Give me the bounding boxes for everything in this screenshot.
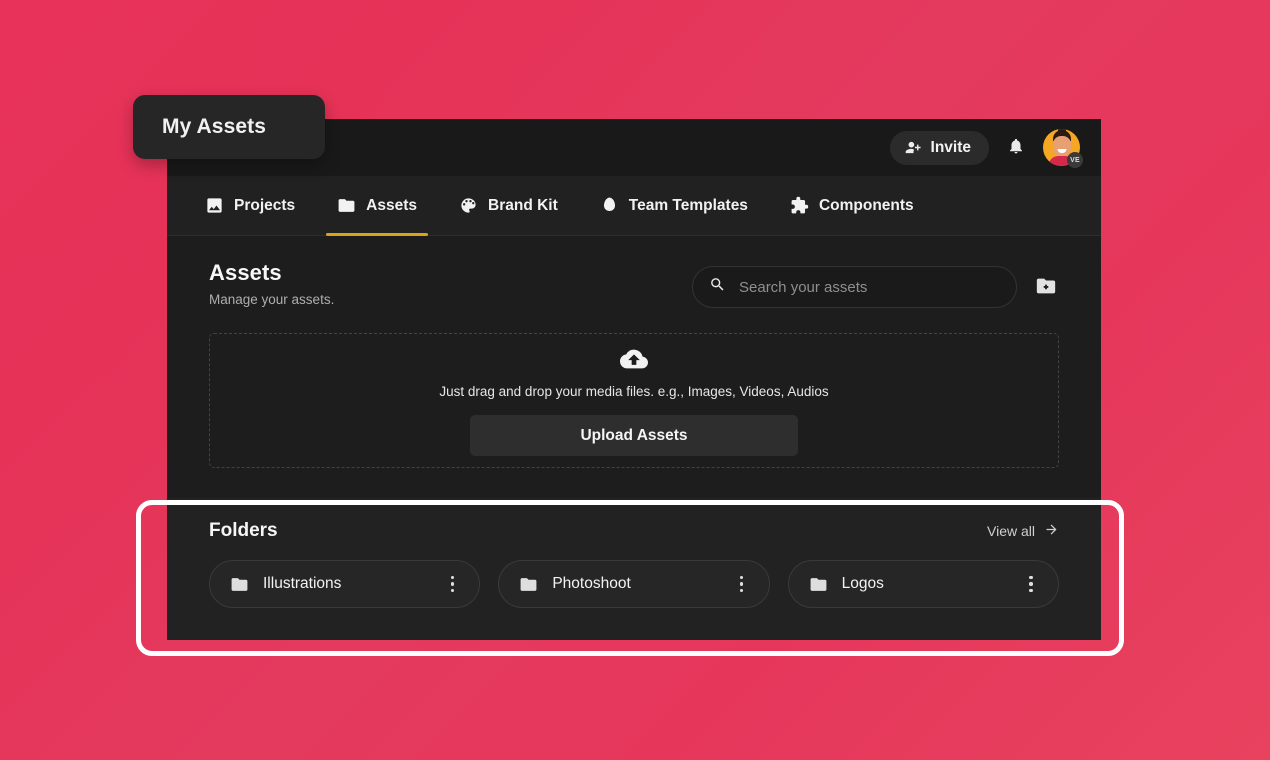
tab-projects-label: Projects xyxy=(234,196,296,214)
folder-icon xyxy=(337,196,356,215)
search-input[interactable] xyxy=(739,278,1000,296)
folder-card-photoshoot[interactable]: Photoshoot xyxy=(498,560,770,608)
image-icon xyxy=(205,196,224,215)
tab-assets-label: Assets xyxy=(366,196,418,214)
folder-icon xyxy=(230,575,249,594)
invite-button[interactable]: Invite xyxy=(889,130,989,165)
folders-title: Folders xyxy=(209,520,278,541)
dropzone-text: Just drag and drop your media files. e.g… xyxy=(439,384,829,399)
folder-plus-icon xyxy=(1035,275,1057,300)
search-box[interactable] xyxy=(692,266,1017,308)
avatar-face xyxy=(1052,136,1071,157)
notifications-button[interactable] xyxy=(1003,135,1029,161)
folder-card-illustrations[interactable]: Illustrations xyxy=(209,560,481,608)
app-window: Invite VE Projects Assets Brand Kit Team… xyxy=(167,119,1101,640)
tab-assets[interactable]: Assets xyxy=(316,176,438,236)
tab-projects[interactable]: Projects xyxy=(184,176,316,235)
bell-icon xyxy=(1007,137,1025,158)
tab-components-label: Components xyxy=(818,196,914,214)
upload-assets-button[interactable]: Upload Assets xyxy=(470,415,798,456)
tab-components[interactable]: Components xyxy=(769,176,935,235)
folder-list: Illustrations Photoshoot Logos xyxy=(209,560,1059,608)
tab-team-templates-label: Team Templates xyxy=(628,196,748,214)
tab-brand-kit-label: Brand Kit xyxy=(488,196,558,214)
page-heading-block: Assets Manage your assets. xyxy=(209,260,334,307)
upload-dropzone[interactable]: Just drag and drop your media files. e.g… xyxy=(209,333,1059,468)
folder-options-menu-icon[interactable] xyxy=(443,575,461,593)
page-subtitle: Manage your assets. xyxy=(209,292,335,307)
folder-name: Logos xyxy=(841,575,884,592)
avatar[interactable]: VE xyxy=(1043,129,1083,168)
content-header: Assets Manage your assets. xyxy=(209,260,1059,308)
folder-card-logos[interactable]: Logos xyxy=(787,560,1059,608)
user-plus-icon xyxy=(905,139,922,156)
folder-name: Illustrations xyxy=(263,575,342,592)
tab-team-templates[interactable]: Team Templates xyxy=(579,176,769,235)
top-bar-actions: Invite VE xyxy=(889,129,1087,168)
new-folder-button[interactable] xyxy=(1033,274,1059,300)
content-header-actions xyxy=(692,260,1059,308)
invite-button-label: Invite xyxy=(930,138,971,156)
puzzle-piece-icon xyxy=(790,196,809,215)
folder-name: Photoshoot xyxy=(552,575,631,592)
palette-icon xyxy=(459,196,478,215)
tab-brand-kit[interactable]: Brand Kit xyxy=(438,176,579,235)
view-all-label: View all xyxy=(987,523,1035,539)
view-all-button[interactable]: View all xyxy=(987,522,1059,540)
folders-section: Folders View all Illustrations Photoshoo… xyxy=(167,498,1101,640)
avatar-badge: VE xyxy=(1067,152,1083,168)
main-nav-tabs: Projects Assets Brand Kit Team Templates xyxy=(167,176,1101,236)
my-assets-tooltip: My Assets xyxy=(133,95,325,159)
folder-options-menu-icon[interactable] xyxy=(1022,575,1040,593)
folders-header: Folders View all xyxy=(209,520,1059,542)
folder-icon xyxy=(519,575,538,594)
cloud-upload-icon xyxy=(620,345,648,373)
egg-icon xyxy=(600,196,619,215)
folder-options-menu-icon[interactable] xyxy=(733,575,751,593)
arrow-right-icon xyxy=(1044,522,1059,540)
folder-icon xyxy=(809,575,828,594)
page-title: Assets xyxy=(209,260,282,285)
assets-content: Assets Manage your assets. Search your a… xyxy=(167,236,1101,468)
search-icon xyxy=(709,276,726,298)
tooltip-label: My Assets xyxy=(162,115,267,138)
